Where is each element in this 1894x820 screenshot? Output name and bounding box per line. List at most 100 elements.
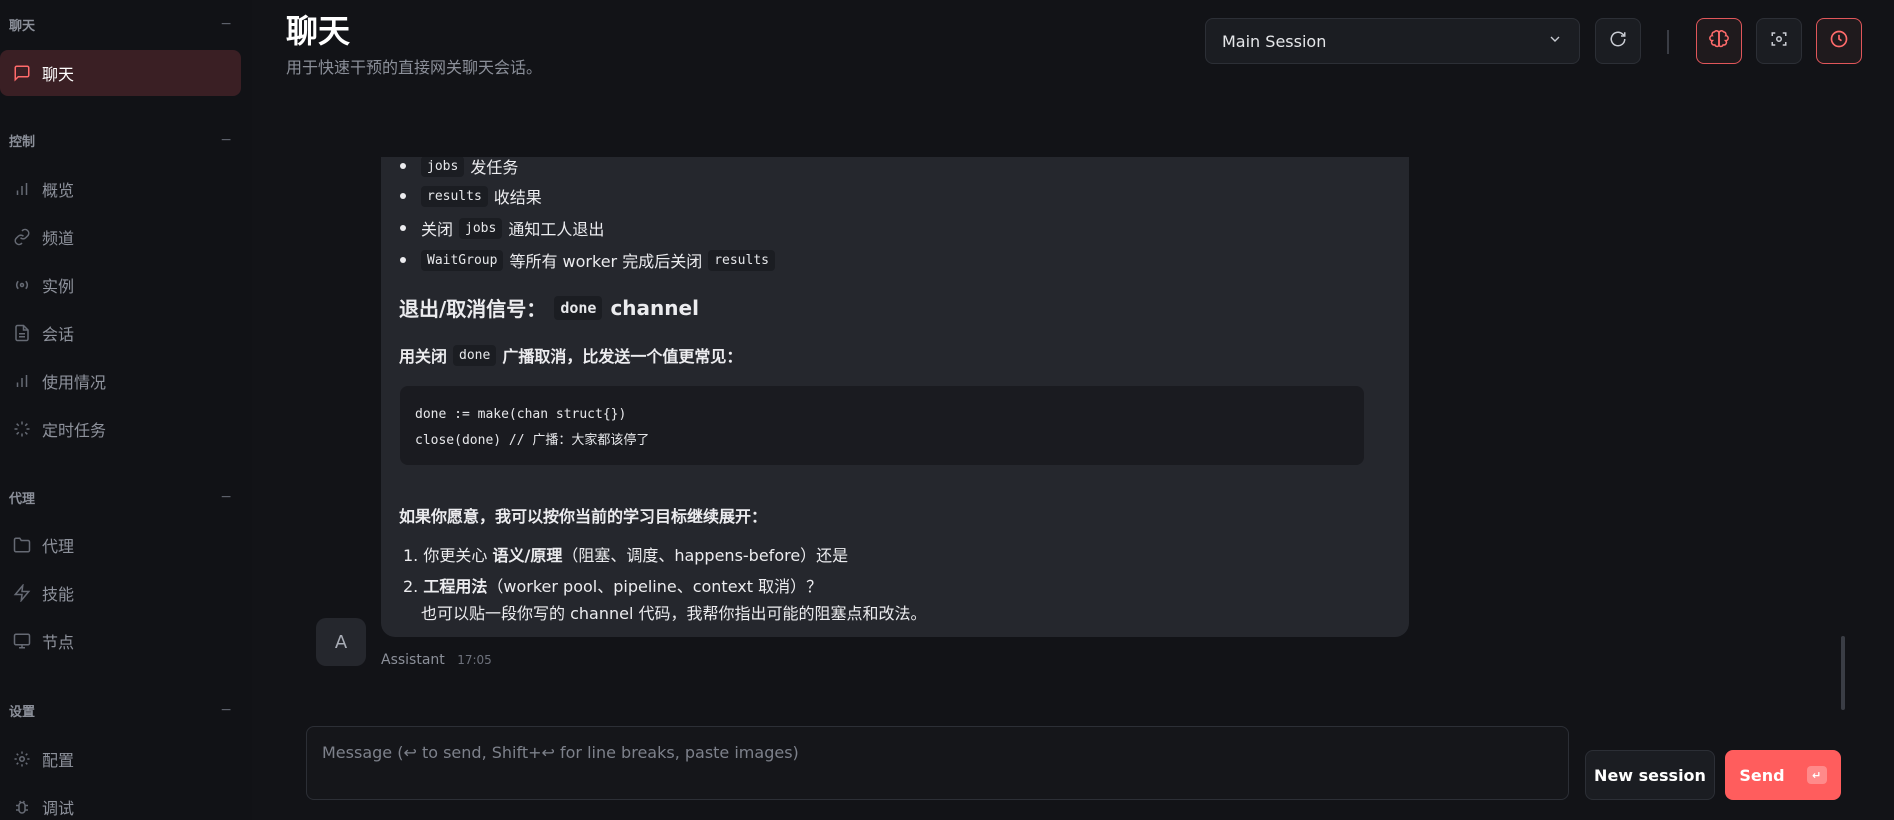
collapse-icon[interactable]: − [220, 132, 232, 148]
radio-icon [12, 275, 32, 295]
group-title: 控制 [9, 134, 36, 150]
list-item-text: 收结果 [493, 188, 542, 207]
ordered-list-item: 1. 你更关心 语义/原理（阻塞、调度、happens-before）还是 [403, 542, 848, 566]
list-number: 2. [403, 577, 424, 596]
session-select[interactable]: Main Session [1205, 18, 1580, 64]
sidebar-item-instances[interactable]: 实例 [0, 262, 241, 308]
list-item-text: 通知工人退出 [508, 220, 605, 239]
group-agent-header[interactable]: 代理 − [9, 487, 232, 507]
list-item-bold: 工程用法 [423, 577, 488, 596]
inline-code: done [554, 295, 603, 320]
list-item: WaitGroup 等所有 worker 完成后关闭 results [400, 248, 781, 272]
sidebar-item-label: 聊天 [42, 65, 75, 84]
send-label: Send [1739, 765, 1785, 785]
new-session-button[interactable]: New session [1585, 750, 1715, 800]
inline-code: jobs [421, 157, 465, 177]
group-title: 聊天 [9, 18, 36, 34]
sidebar-item-nodes[interactable]: 节点 [0, 618, 241, 664]
sidebar-item-agents[interactable]: 代理 [0, 522, 241, 568]
list-item-text: 等所有 worker 完成后关闭 [509, 252, 703, 271]
focus-button[interactable] [1756, 18, 1802, 64]
send-button[interactable]: Send ↵ [1725, 750, 1841, 800]
section-heading: 退出/取消信号： done channel [399, 293, 699, 322]
clock-icon [1829, 29, 1849, 53]
sidebar-item-overview[interactable]: 概览 [0, 166, 241, 212]
collapse-icon[interactable]: − [220, 702, 232, 718]
sidebar-item-label: 频道 [42, 229, 75, 248]
sidebar-item-cron[interactable]: 定时任务 [0, 406, 241, 452]
message-input[interactable]: Message (↩ to send, Shift+↩ for line bre… [306, 726, 1569, 800]
sidebar-item-label: 配置 [42, 751, 75, 770]
page-subtitle: 用于快速干预的直接网关聊天会话。 [286, 58, 543, 77]
paragraph: 用关闭 done 广播取消，比发送一个值更常见： [399, 343, 742, 367]
inline-code: jobs [459, 217, 503, 239]
collapse-icon[interactable]: − [220, 16, 232, 32]
code-line: close(done) // 广播：大家都该停了 [415, 433, 650, 448]
sidebar-item-config[interactable]: 配置 [0, 736, 241, 782]
list-item: jobs 发任务 [400, 157, 519, 178]
group-chat-header[interactable]: 聊天 − [9, 14, 232, 34]
monitor-icon [12, 631, 32, 651]
list-number: 1. [403, 546, 424, 565]
avatar: A [316, 618, 366, 666]
list-item-prefix: 关闭 [421, 220, 454, 239]
sidebar-item-usage[interactable]: 使用情况 [0, 358, 241, 404]
sidebar-item-label: 使用情况 [42, 373, 107, 392]
bullet [400, 257, 406, 263]
sidebar-item-label: 概览 [42, 181, 75, 200]
folder-icon [12, 535, 32, 555]
bar-chart-icon [12, 371, 32, 391]
group-title: 代理 [9, 491, 36, 507]
scrollbar[interactable] [1841, 636, 1845, 710]
list-item-text: 你更关心 [423, 546, 488, 565]
sidebar-item-label: 会话 [42, 325, 75, 344]
sidebar-item-sessions[interactable]: 会话 [0, 310, 241, 356]
sidebar-item-debug[interactable]: 调试 [0, 784, 241, 820]
history-button[interactable] [1816, 18, 1862, 64]
gear-icon [12, 749, 32, 769]
list-item-text: 发任务 [470, 158, 519, 177]
inline-code: results [421, 185, 488, 207]
inline-code: done [453, 344, 497, 366]
paragraph-text: 广播取消，比发送一个值更常见： [502, 347, 743, 366]
sidebar: 聊天 − 聊天 控制 − 概览 频道 实例 会话 使用情况 定时任务 代理 − … [0, 0, 252, 820]
collapse-icon[interactable]: − [220, 489, 232, 505]
bullet [400, 163, 406, 169]
sidebar-item-skills[interactable]: 技能 [0, 570, 241, 616]
paragraph: 如果你愿意，我可以按你当前的学习目标继续展开： [399, 507, 768, 526]
sidebar-item-label: 节点 [42, 633, 75, 652]
header-divider [1667, 30, 1669, 54]
group-settings-header[interactable]: 设置 − [9, 700, 232, 720]
message-meta: Assistant 17:05 [381, 652, 492, 668]
bullet [400, 193, 406, 199]
bar-chart-icon [12, 179, 32, 199]
list-item-text: （阻塞、调度、happens-before）还是 [562, 546, 849, 565]
paragraph-text: 用关闭 [399, 347, 448, 366]
thinking-toggle-button[interactable] [1696, 18, 1742, 64]
bolt-icon [12, 583, 32, 603]
list-continuation: 也可以贴一段你写的 channel 代码，我帮你指出可能的阻塞点和改法。 [421, 604, 927, 623]
inline-code: results [708, 249, 775, 271]
sidebar-item-channels[interactable]: 频道 [0, 214, 241, 260]
group-control-header[interactable]: 控制 − [9, 130, 232, 150]
brain-icon [1709, 29, 1729, 53]
assistant-message-bubble: jobs 发任务 results 收结果 关闭 jobs 通知工人退出 Wait… [381, 157, 1409, 637]
code-line: done := make(chan struct{}) [415, 407, 627, 422]
heading-text: 退出/取消信号： [399, 297, 547, 321]
focus-icon [1770, 30, 1788, 52]
link-icon [12, 227, 32, 247]
refresh-button[interactable] [1595, 18, 1641, 64]
message-time: 17:05 [457, 653, 492, 667]
document-icon [12, 323, 32, 343]
sidebar-item-label: 调试 [42, 799, 75, 818]
enter-key-icon: ↵ [1806, 766, 1827, 784]
refresh-icon [1609, 30, 1627, 52]
group-title: 设置 [9, 704, 36, 720]
code-block: done := make(chan struct{}) close(done) … [400, 386, 1364, 465]
inline-code: WaitGroup [421, 249, 504, 271]
message-icon [12, 63, 32, 83]
session-select-value: Main Session [1222, 31, 1327, 51]
sidebar-item-chat[interactable]: 聊天 [0, 50, 241, 96]
heading-text: channel [610, 295, 699, 320]
loader-icon [12, 419, 32, 439]
